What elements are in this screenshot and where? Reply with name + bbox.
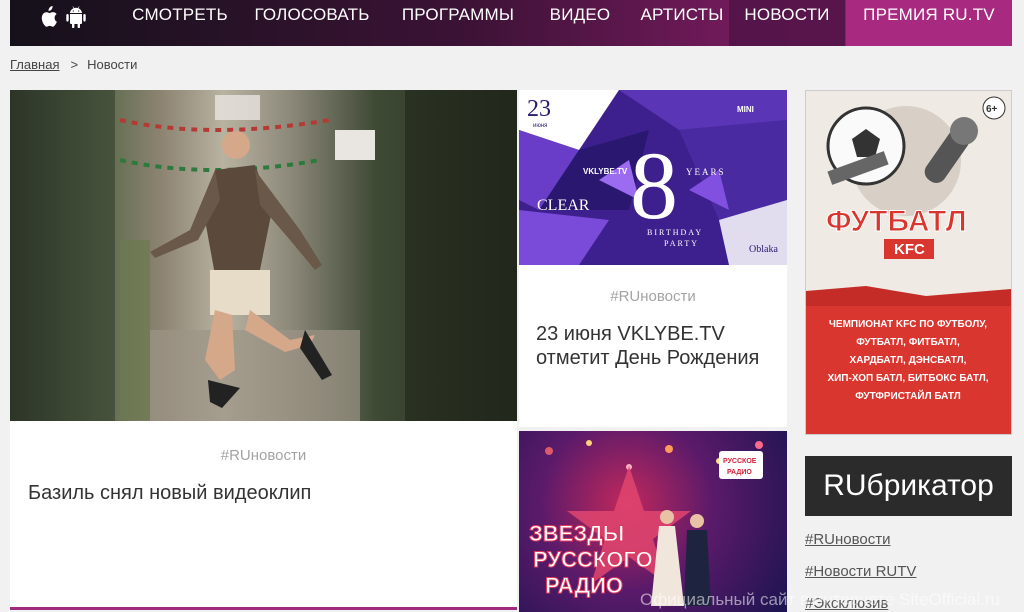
poster-title-line-1: ЗВЕЗДЫ bbox=[529, 521, 624, 546]
nav-item-watch[interactable]: СМОТРЕТЬ bbox=[124, 0, 236, 46]
breadcrumb-home-link[interactable]: Главная bbox=[10, 57, 59, 72]
poster-title-line-2: РУССКОГО bbox=[533, 547, 653, 572]
ad-age-rating: 6+ bbox=[986, 104, 998, 115]
poster-brand: VKLYBE.TV bbox=[583, 167, 628, 176]
ad-brand: KFC bbox=[894, 241, 925, 258]
poster-day: 23 bbox=[527, 96, 551, 122]
poster-birthday: BIRTHDAY bbox=[647, 228, 703, 237]
poster-clear: CLEAR bbox=[537, 197, 590, 214]
news-headline[interactable]: Базиль снял новый видеоклип bbox=[28, 482, 311, 505]
nav-item-programs[interactable]: ПРОГРАММЫ bbox=[390, 0, 526, 46]
news-card-basil[interactable]: #RUновости Базиль снял новый видеоклип bbox=[10, 90, 517, 610]
breadcrumb-current: Новости bbox=[87, 57, 138, 72]
watermark: Официальный сайт в интернете SiteOfficia… bbox=[640, 590, 1000, 609]
poster-logo-line-1: РУССКОЕ bbox=[723, 458, 757, 465]
rubricator-link-rutv-news[interactable]: #Новости RUTV bbox=[805, 563, 916, 580]
poster-number: 8 bbox=[630, 132, 678, 239]
rubricator-link-ru-news[interactable]: #RUновости bbox=[805, 531, 891, 548]
ad-line-3: ХАРДБАТЛ, ДЭНСБАТЛ, bbox=[850, 355, 967, 366]
poster-month: июня bbox=[533, 123, 547, 129]
news-headline[interactable]: 23 июня VKLYBE.TV отметит День Рождения bbox=[536, 322, 776, 370]
poster-oblaka: Oblaka bbox=[749, 244, 778, 255]
poster-logo-line-2: РАДИО bbox=[727, 469, 752, 476]
ad-line-5: ФУТФРИСТАЙЛ БАТЛ bbox=[855, 389, 961, 402]
news-tag[interactable]: #RUновости bbox=[10, 447, 517, 464]
news-card-vklybe[interactable]: 23 июня 8 YEARS BIRTHDAY PARTY VKLYBE.TV… bbox=[519, 90, 787, 427]
ad-line-4: ХИП-ХОП БАТЛ, БИТБОКС БАТЛ, bbox=[827, 373, 988, 384]
android-icon[interactable] bbox=[66, 6, 86, 28]
poster-party: PARTY bbox=[664, 239, 699, 248]
ad-title: ФУТБАТЛ bbox=[826, 205, 967, 238]
app-links bbox=[38, 6, 86, 28]
poster-mini: MINI bbox=[737, 105, 754, 114]
nav-item-news[interactable]: НОВОСТИ bbox=[729, 0, 845, 46]
top-navigation: СМОТРЕТЬ ГОЛОСОВАТЬ ПРОГРАММЫ ВИДЕО АРТИ… bbox=[10, 0, 1012, 46]
rubricator-title: RUбрикатор bbox=[805, 456, 1012, 516]
ad-line-1: ЧЕМПИОНАТ KFC ПО ФУТБОЛУ, bbox=[829, 319, 987, 330]
news-poster-vklybe[interactable]: 23 июня 8 YEARS BIRTHDAY PARTY VKLYBE.TV… bbox=[519, 90, 787, 265]
nav-item-artists[interactable]: АРТИСТЫ bbox=[626, 0, 738, 46]
nav-item-vote[interactable]: ГОЛОСОВАТЬ bbox=[242, 0, 382, 46]
banner-ad-kfc[interactable]: 6+ ФУТБАТЛ KFC ЧЕМПИОНАТ KFC ПО ФУТБОЛУ,… bbox=[805, 90, 1012, 435]
breadcrumb-separator: > bbox=[70, 57, 79, 72]
ad-line-2: ФУТБАТЛ, ФИТБАТЛ, bbox=[856, 337, 960, 348]
nav-item-video[interactable]: ВИДЕО bbox=[532, 0, 628, 46]
news-tag[interactable]: #RUновости bbox=[519, 288, 787, 305]
apple-icon[interactable] bbox=[38, 6, 58, 28]
nav-item-award[interactable]: ПРЕМИЯ RU.TV bbox=[846, 0, 1012, 46]
card-accent-bar bbox=[10, 607, 517, 610]
poster-title-line-3: РАДИО bbox=[545, 573, 623, 598]
poster-years: YEARS bbox=[686, 167, 726, 177]
news-card-stars[interactable]: ЗВЕЗДЫ РУССКОГО РАДИО РУССКОЕ РАДИО bbox=[519, 431, 787, 612]
breadcrumb: Главная > Новости bbox=[10, 57, 137, 72]
news-poster-stars[interactable]: ЗВЕЗДЫ РУССКОГО РАДИО РУССКОЕ РАДИО bbox=[519, 431, 787, 612]
news-photo-basil[interactable] bbox=[10, 90, 517, 421]
